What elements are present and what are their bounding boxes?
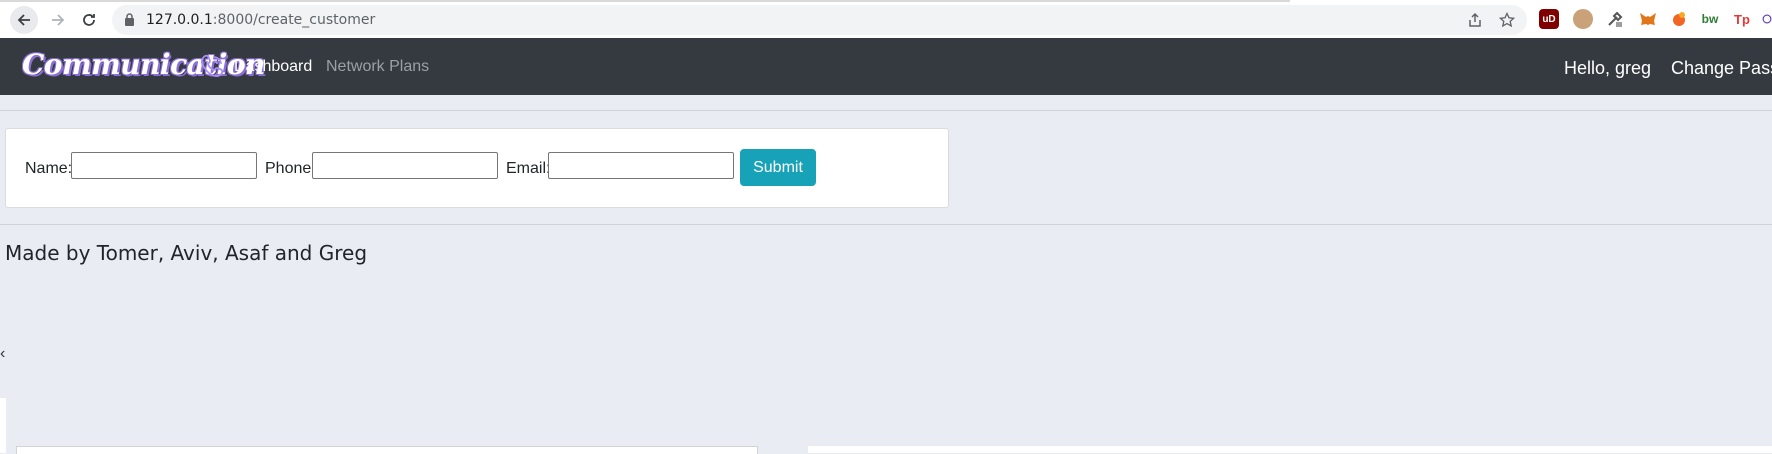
ublock-label: uD bbox=[1542, 13, 1556, 25]
change-password-link[interactable]: Change Pass bbox=[1671, 58, 1772, 79]
nav-link-dashboard[interactable]: Dashboard bbox=[234, 58, 312, 76]
divider-top bbox=[0, 110, 1772, 111]
orange-extension-icon[interactable] bbox=[1669, 9, 1689, 29]
back-button[interactable] bbox=[10, 6, 38, 34]
forward-button[interactable] bbox=[44, 6, 72, 34]
email-field[interactable] bbox=[548, 152, 734, 179]
bookmark-star-icon[interactable] bbox=[1497, 10, 1517, 30]
phone-icon bbox=[200, 54, 224, 77]
lower-left-region bbox=[6, 398, 774, 453]
divider-bottom bbox=[0, 224, 1772, 225]
phone-field[interactable] bbox=[312, 152, 498, 179]
bw-label: bw bbox=[1701, 12, 1719, 26]
arrow-left-icon bbox=[17, 14, 30, 26]
tp-label: Tp bbox=[1734, 11, 1750, 27]
partial-chevron-icon: ‹ bbox=[0, 345, 6, 362]
footer-credit: Made by Tomer, Aviv, Asaf and Greg bbox=[5, 241, 368, 265]
eyedropper-icon[interactable] bbox=[1605, 9, 1625, 29]
metamask-fox-icon[interactable] bbox=[1637, 9, 1657, 29]
phone-label: Phone: bbox=[265, 160, 316, 177]
reload-button[interactable] bbox=[75, 6, 103, 34]
lower-right-panel bbox=[808, 446, 1772, 453]
arrow-right-icon bbox=[52, 14, 65, 26]
browser-toolbar: 127.0.0.1:8000/create_customer uD bw Tp bbox=[0, 0, 1772, 39]
address-bar[interactable]: 127.0.0.1:8000/create_customer bbox=[112, 5, 1527, 35]
name-field[interactable] bbox=[71, 152, 257, 179]
greeting-text: Hello, greg bbox=[1564, 58, 1652, 78]
tp-extension-icon[interactable]: Tp bbox=[1732, 9, 1752, 29]
share-icon[interactable] bbox=[1465, 10, 1485, 30]
purple-extension-icon[interactable] bbox=[1762, 9, 1772, 29]
bw-extension-icon[interactable]: bw bbox=[1700, 9, 1720, 29]
url-path: :8000/create_customer bbox=[212, 12, 376, 28]
app-navbar: Communication Dashboard Network Plans He… bbox=[0, 38, 1772, 95]
brand-logo[interactable]: Communication bbox=[22, 48, 265, 81]
tab-strip-edge bbox=[0, 0, 1290, 2]
face-extension-icon[interactable] bbox=[1573, 9, 1593, 29]
nav-link-network-plans[interactable]: Network Plans bbox=[326, 58, 429, 76]
submit-button[interactable]: Submit bbox=[740, 149, 816, 186]
url-host: 127.0.0.1 bbox=[146, 12, 213, 28]
create-customer-form: Name: Phone: Email: Submit bbox=[5, 128, 949, 208]
email-label: Email: bbox=[506, 160, 551, 177]
lock-icon bbox=[125, 13, 134, 26]
reload-icon bbox=[83, 14, 95, 26]
url-text[interactable]: 127.0.0.1:8000/create_customer bbox=[146, 12, 375, 28]
ublock-origin-icon[interactable]: uD bbox=[1539, 9, 1559, 29]
name-label: Name: bbox=[25, 160, 73, 177]
